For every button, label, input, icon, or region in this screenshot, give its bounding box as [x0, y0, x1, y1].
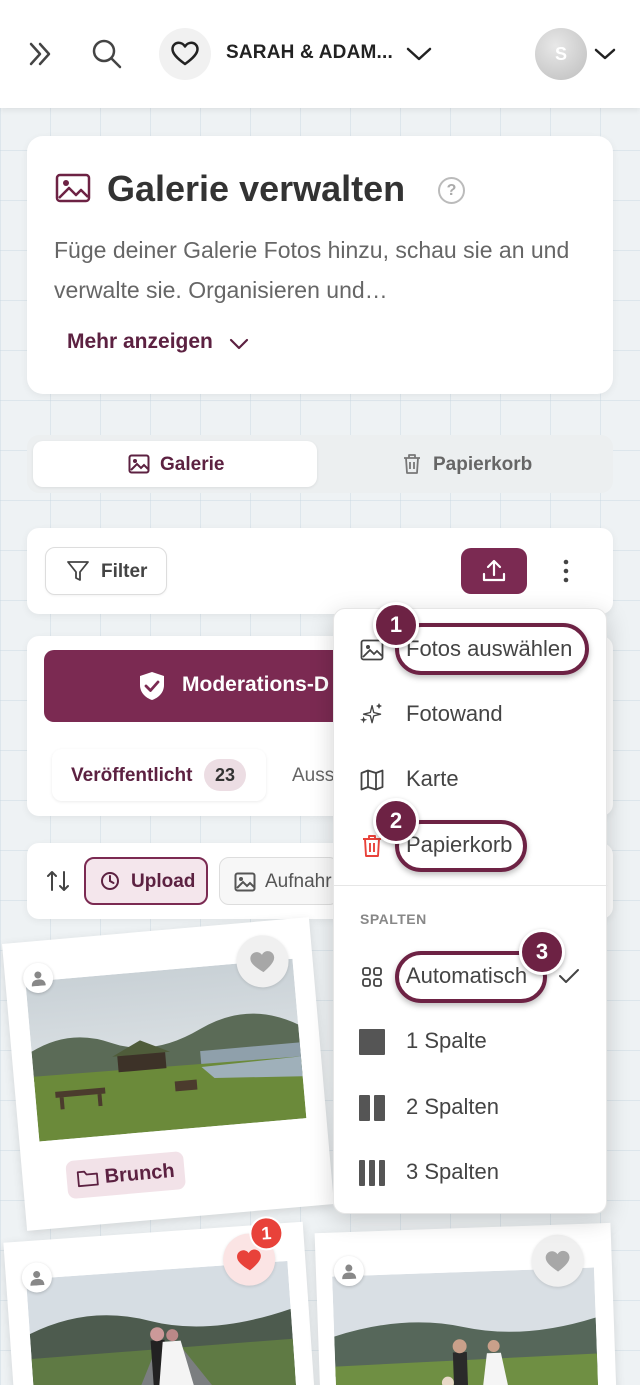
grid-icon: [359, 964, 385, 990]
step-badge-3: 3: [519, 929, 565, 975]
show-more-link[interactable]: Mehr anzeigen: [67, 330, 213, 354]
more-options-icon[interactable]: [561, 558, 571, 589]
user-icon: [31, 971, 46, 987]
event-heart-button[interactable]: [159, 28, 211, 80]
tab-galerie-label[interactable]: Galerie: [160, 454, 224, 476]
heart-filled-icon: [545, 1250, 570, 1272]
tab-papierkorb-label[interactable]: Papierkorb: [433, 454, 532, 476]
event-chevron-down-icon[interactable]: [404, 40, 434, 68]
help-icon[interactable]: ?: [438, 177, 465, 204]
expand-sidebar-icon[interactable]: [25, 38, 57, 70]
options-menu: Fotos auswählen Fotowand Karte Papierkor…: [333, 608, 608, 1214]
tab-excluded-label[interactable]: Auss: [292, 765, 334, 787]
published-count-badge: 23: [204, 759, 246, 791]
checkmark-icon: [558, 968, 580, 989]
shield-icon: [138, 670, 166, 707]
menu-item-label[interactable]: 1 Spalte: [406, 1028, 487, 1054]
highlight-select-photos: [395, 623, 589, 675]
capture-image-icon: [234, 872, 256, 897]
trash-tab-icon[interactable]: [402, 453, 422, 480]
menu-item-columns-3[interactable]: 3 Spalten: [334, 1142, 608, 1202]
upload-icon: [482, 559, 506, 582]
clock-icon: [100, 871, 120, 896]
menu-item-label[interactable]: 3 Spalten: [406, 1159, 499, 1185]
page-title: Galerie verwalten: [107, 168, 406, 209]
map-icon: [359, 767, 385, 793]
step-badge-1: 1: [373, 602, 419, 648]
user-icon: [30, 1270, 45, 1286]
published-label[interactable]: Veröffentlicht: [71, 765, 192, 787]
two-columns-icon: [359, 1095, 385, 1121]
menu-item-label[interactable]: Fotowand: [406, 701, 503, 727]
menu-item-columns-1[interactable]: 1 Spalte: [334, 1011, 608, 1071]
show-more-chevron-icon[interactable]: [229, 337, 249, 355]
moderation-button-label[interactable]: Moderations-D: [182, 673, 329, 697]
event-name[interactable]: SARAH & ADAM...: [226, 42, 393, 64]
user-icon: [342, 1264, 357, 1280]
menu-item-columns-2[interactable]: 2 Spalten: [334, 1077, 608, 1137]
menu-divider: [334, 885, 608, 886]
sort-icon[interactable]: [45, 868, 71, 899]
folder-icon: [76, 1170, 99, 1188]
sort-upload-label[interactable]: Upload: [131, 871, 195, 893]
album-tag[interactable]: Brunch: [65, 1151, 187, 1200]
step-badge-2: 2: [373, 798, 419, 844]
menu-item-label[interactable]: Karte: [406, 766, 459, 792]
gallery-tab-icon: [128, 454, 150, 479]
menu-item-photo-wall[interactable]: Fotowand: [334, 684, 608, 744]
one-column-icon: [359, 1029, 385, 1055]
top-app-bar: SARAH & ADAM... S: [0, 0, 640, 108]
heart-icon: [171, 41, 199, 66]
photo-card[interactable]: Brunch: [2, 917, 334, 1231]
search-icon[interactable]: [90, 37, 124, 71]
sparkles-icon: [359, 702, 385, 728]
filter-label[interactable]: Filter: [101, 561, 147, 583]
filter-icon[interactable]: [66, 559, 90, 588]
avatar[interactable]: S: [535, 28, 587, 80]
photo-card[interactable]: [314, 1222, 618, 1385]
page-description: Füge deiner Galerie Fotos hinzu, schau s…: [54, 237, 570, 303]
heart-filled-icon: [237, 1249, 261, 1271]
album-tag-label: Brunch: [103, 1159, 176, 1188]
three-columns-icon: [359, 1160, 385, 1186]
heart-filled-icon: [250, 951, 275, 973]
account-chevron-down-icon[interactable]: [592, 44, 618, 64]
menu-item-map[interactable]: Karte: [334, 749, 608, 809]
sort-capture-label[interactable]: Aufnahr: [265, 871, 332, 893]
menu-item-label[interactable]: 2 Spalten: [406, 1094, 499, 1120]
upload-button[interactable]: [461, 548, 527, 594]
columns-section-title: SPALTEN: [360, 911, 427, 927]
gallery-image-icon: [55, 173, 91, 208]
photo-card[interactable]: 1: [3, 1215, 317, 1385]
